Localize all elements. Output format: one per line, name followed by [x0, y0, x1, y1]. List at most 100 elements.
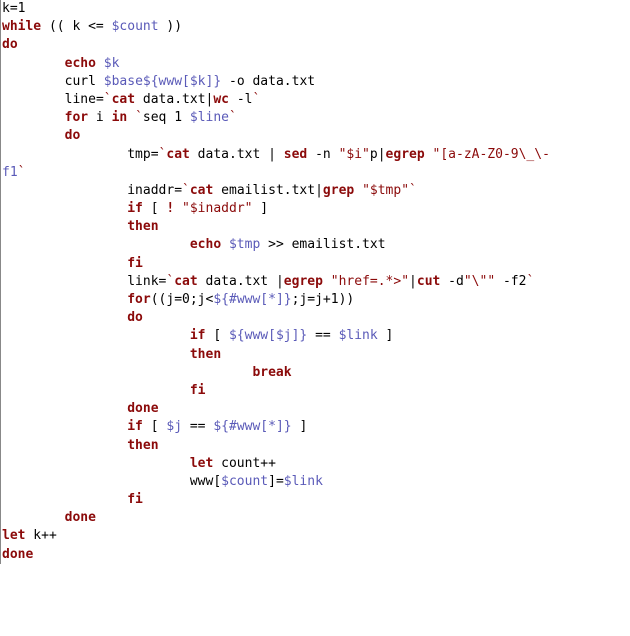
- token-kw: then: [127, 219, 158, 234]
- token-op: [2, 110, 65, 125]
- token-op: [2, 365, 252, 380]
- code-line: do: [2, 127, 630, 145]
- code-line: inaddr=`cat emailist.txt|grep "$tmp"`: [2, 182, 630, 200]
- code-line: let count++: [2, 455, 630, 473]
- token-op: [96, 74, 104, 89]
- token-cmd: cat: [174, 274, 197, 289]
- code-line: then: [2, 346, 630, 364]
- code-line: done: [2, 400, 630, 418]
- token-op: data.txt: [135, 92, 205, 107]
- token-op: <=: [80, 19, 111, 34]
- code-line: for i in `seq 1 $line`: [2, 109, 630, 127]
- token-cmd: cat: [190, 183, 213, 198]
- token-op: -l: [229, 92, 252, 107]
- token-bt: `: [104, 92, 112, 107]
- code-line: link=`cat data.txt |egrep "href=.*>"|cut…: [2, 273, 630, 291]
- token-op: [2, 74, 65, 89]
- token-cmd: sed: [284, 147, 307, 162]
- token-op: [2, 347, 190, 362]
- code-line: k=1: [2, 0, 630, 18]
- token-op: ==: [182, 419, 213, 434]
- token-var: f1: [2, 165, 18, 180]
- token-id: k: [2, 1, 10, 16]
- code-line: echo $k: [2, 55, 630, 73]
- token-op: -o data.txt: [221, 74, 315, 89]
- token-op: -f2: [495, 274, 526, 289]
- token-kw: for: [127, 292, 150, 307]
- token-op: [96, 56, 104, 71]
- code-line: tmp=`cat data.txt | sed -n "$i"p|egrep "…: [2, 146, 630, 164]
- token-op: >> emailist.txt: [260, 237, 385, 252]
- token-bt: `: [18, 165, 26, 180]
- token-cmd: echo: [65, 56, 96, 71]
- token-op: [2, 456, 190, 471]
- code-line: do: [2, 36, 630, 54]
- token-kw: break: [252, 365, 291, 380]
- token-var: $k: [104, 56, 120, 71]
- token-var: $base${www[$k]}: [104, 74, 221, 89]
- token-var: ${www[$j]}: [229, 328, 307, 343]
- code-line: if [ $j == ${#www[*]} ]: [2, 418, 630, 436]
- token-op: [2, 219, 127, 234]
- token-op: [: [143, 419, 166, 434]
- token-op: [2, 256, 127, 271]
- token-op: [354, 183, 362, 198]
- code-line: for((j=0;j<${#www[*]};j=j+1)): [2, 291, 630, 309]
- token-op: -n: [307, 147, 338, 162]
- token-cmd: cut: [417, 274, 440, 289]
- token-op: =: [174, 183, 182, 198]
- token-str: "$tmp": [362, 183, 409, 198]
- token-id: link: [127, 274, 158, 289]
- code-line: let k++: [2, 527, 630, 545]
- token-op: ((: [41, 19, 72, 34]
- token-kw: do: [2, 37, 18, 52]
- token-op: [2, 292, 127, 307]
- token-id: www: [190, 474, 213, 489]
- token-bt: `: [229, 110, 237, 125]
- token-var: ${#www[*]}: [213, 292, 291, 307]
- token-str: "\"": [464, 274, 495, 289]
- token-cmd: egrep: [386, 147, 425, 162]
- token-id: tmp: [127, 147, 150, 162]
- token-var: $line: [190, 110, 229, 125]
- token-op: [2, 474, 190, 489]
- token-op: |: [315, 183, 323, 198]
- code-line: fi: [2, 382, 630, 400]
- token-var: $tmp: [229, 237, 260, 252]
- token-kw: for: [65, 110, 88, 125]
- code-line: fi: [2, 491, 630, 509]
- token-op: [2, 401, 127, 416]
- token-bt: `: [409, 183, 417, 198]
- token-kw: then: [127, 438, 158, 453]
- token-kw: fi: [127, 492, 143, 507]
- token-op: ]: [252, 201, 268, 216]
- token-str: "$i": [339, 147, 370, 162]
- token-op: [2, 237, 190, 252]
- token-op: |: [276, 274, 284, 289]
- code-line: done: [2, 546, 630, 564]
- token-op: data.txt |: [190, 147, 284, 162]
- code-block: k=1while (( k <= $count ))do echo $k cur…: [0, 0, 630, 564]
- token-op: ]: [378, 328, 394, 343]
- token-kw: if: [127, 419, 143, 434]
- token-bt: `: [253, 92, 261, 107]
- token-var: $count: [112, 19, 159, 34]
- token-op: [2, 92, 65, 107]
- code-line: break: [2, 364, 630, 382]
- token-op: [2, 383, 190, 398]
- code-line: curl $base${www[$k]} -o data.txt: [2, 73, 630, 91]
- token-op: ;j=j+1)): [292, 292, 355, 307]
- token-kw: done: [127, 401, 158, 416]
- token-op: 1: [166, 110, 189, 125]
- token-op: p|: [370, 147, 386, 162]
- code-line: then: [2, 437, 630, 455]
- token-kw: fi: [190, 383, 206, 398]
- token-id: inaddr: [127, 183, 174, 198]
- token-op: ]: [292, 419, 308, 434]
- token-op: k++: [25, 528, 56, 543]
- token-id: line: [65, 92, 96, 107]
- code-line: line=`cat data.txt|wc -l`: [2, 91, 630, 109]
- token-op: ==: [307, 328, 338, 343]
- token-op: [: [206, 328, 229, 343]
- token-op: [: [143, 201, 166, 216]
